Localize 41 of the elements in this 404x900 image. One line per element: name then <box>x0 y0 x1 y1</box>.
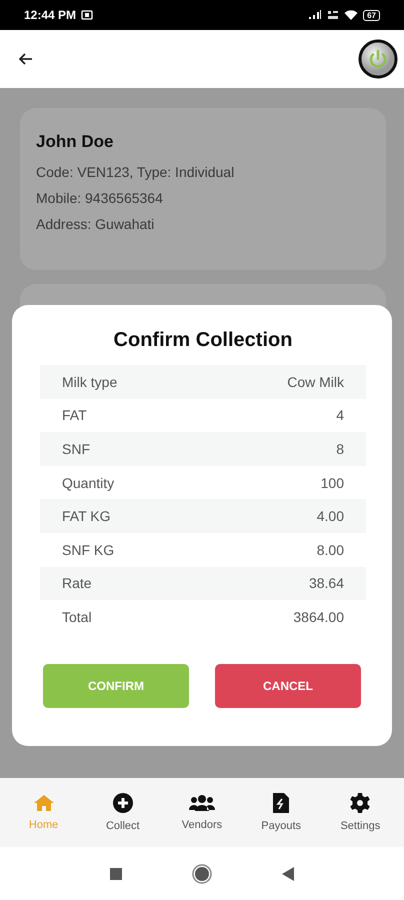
row-label: Rate <box>62 575 92 592</box>
nav-tab[interactable]: Vendors <box>170 794 234 831</box>
cancel-button[interactable]: CANCEL <box>215 664 361 708</box>
row-value: 8.00 <box>316 542 344 558</box>
vendor-name: John Doe <box>36 132 114 152</box>
row-value: 100 <box>320 474 344 491</box>
row-label: Total <box>62 608 92 625</box>
status-time: 12:44 PM <box>24 8 76 22</box>
cast-icon <box>81 10 94 20</box>
row-value: 3864.00 <box>293 608 344 625</box>
vendor-mobile: Mobile: 9436565364 <box>36 190 164 206</box>
row-value: 4 <box>336 407 344 424</box>
battery-level: 67 <box>363 10 380 20</box>
settings-icon <box>350 793 370 813</box>
plus-circle-icon <box>112 793 133 813</box>
row-value: 8 <box>336 440 344 457</box>
nav-tab[interactable]: Settings <box>328 793 392 832</box>
row-value: 38.64 <box>308 575 344 592</box>
row-label: Quantity <box>62 474 114 491</box>
home-icon <box>32 794 55 812</box>
power-button-icon[interactable] <box>358 39 398 79</box>
users-icon <box>188 794 215 812</box>
nav-tab[interactable]: Payouts <box>249 793 314 832</box>
row-label: SNF <box>62 440 90 457</box>
row-label: SNF KG <box>62 542 114 558</box>
back-arrow-icon[interactable] <box>19 53 33 65</box>
row-value: Cow Milk <box>287 374 344 390</box>
vendor-address: Address: Guwahati <box>36 216 156 232</box>
vendor-code: Code: VEN123, Type: Individual <box>36 164 236 180</box>
dialog-title: Confirm Collection <box>112 329 294 352</box>
signal-icon <box>308 10 322 20</box>
nav-tab[interactable]: Collect <box>90 793 155 832</box>
invoice-icon <box>273 793 290 813</box>
row-label: Milk type <box>62 374 118 390</box>
recents-icon[interactable] <box>110 868 122 880</box>
row-value: 4.00 <box>316 508 344 524</box>
row-label: FAT KG <box>62 508 110 524</box>
back-icon[interactable] <box>282 866 294 880</box>
home-button-icon[interactable] <box>192 864 212 884</box>
row-label: FAT <box>62 407 87 424</box>
wifi-icon <box>344 10 358 20</box>
